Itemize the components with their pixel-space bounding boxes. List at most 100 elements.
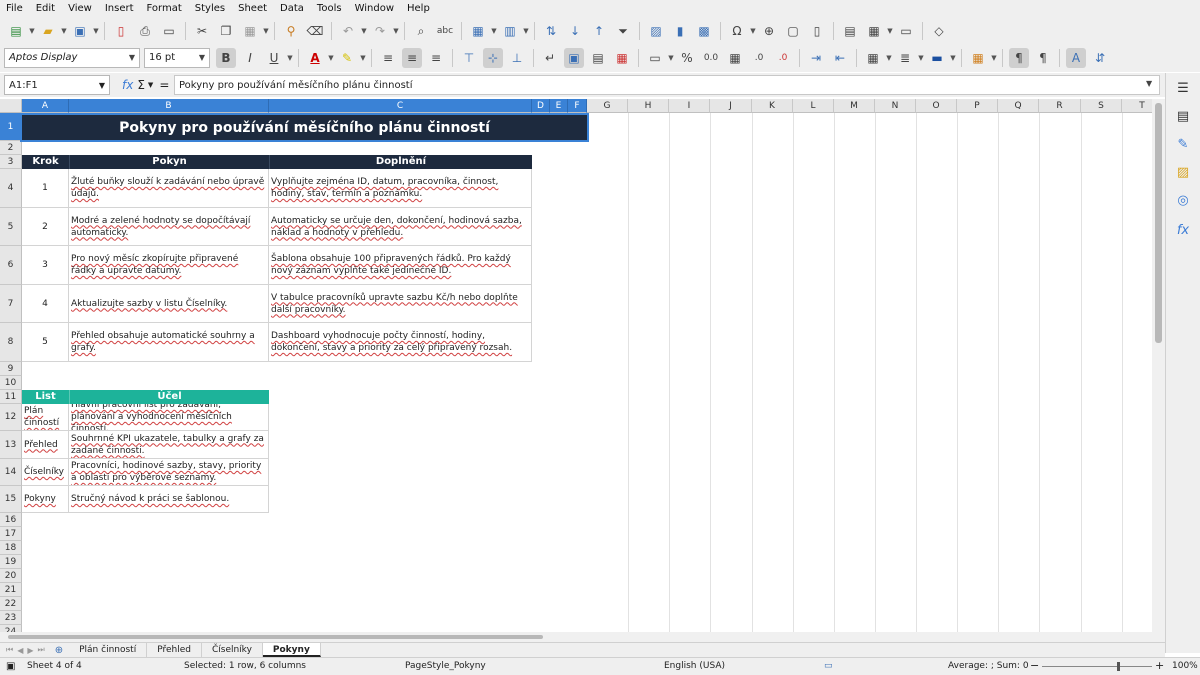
step-number[interactable]: 4 bbox=[22, 285, 69, 323]
expand-formula-icon[interactable]: ▼ bbox=[1146, 79, 1152, 88]
sheets-header-list[interactable]: List bbox=[22, 390, 69, 404]
row-header[interactable]: 24 bbox=[0, 625, 22, 632]
menu-insert[interactable]: Insert bbox=[105, 3, 134, 14]
row-header[interactable]: 11 bbox=[0, 390, 22, 404]
autofilter-icon[interactable]: ⏷ bbox=[613, 21, 633, 41]
column-header[interactable]: E bbox=[550, 99, 568, 113]
step-instruction[interactable]: Aktualizujte sazby v listu Číselníky. bbox=[69, 285, 269, 323]
step-instruction[interactable]: Žluté buňky slouží k zadávání nebo úprav… bbox=[69, 169, 269, 208]
border-style-icon[interactable]: ≣ bbox=[895, 48, 915, 68]
menu-format[interactable]: Format bbox=[147, 3, 182, 14]
tab-nav-prev-icon[interactable]: ◀ bbox=[17, 646, 23, 655]
row-header[interactable]: 4 bbox=[0, 169, 22, 208]
selection-mode-icon[interactable]: ▭ bbox=[824, 661, 833, 671]
redo-icon[interactable]: ↷ bbox=[370, 21, 390, 41]
undo-dropdown-icon[interactable]: ▼ bbox=[360, 21, 368, 41]
highlight-color-icon[interactable]: ✎ bbox=[337, 48, 357, 68]
align-center-icon[interactable]: ≡ bbox=[402, 47, 422, 68]
pivot-table-icon[interactable]: ▩ bbox=[694, 21, 714, 41]
percent-icon[interactable]: % bbox=[677, 48, 697, 68]
step-number[interactable]: 3 bbox=[22, 246, 69, 285]
row-header[interactable]: 8 bbox=[0, 323, 22, 362]
sheet-indicator[interactable]: Sheet 4 of 4 bbox=[27, 661, 82, 671]
row-header[interactable]: 14 bbox=[0, 459, 22, 486]
zoom-slider-thumb[interactable] bbox=[1117, 662, 1120, 671]
row-header[interactable]: 22 bbox=[0, 597, 22, 611]
column-header[interactable]: G bbox=[587, 99, 628, 113]
unmerge-cells-icon[interactable]: ▦ bbox=[612, 48, 632, 68]
column-header[interactable]: O bbox=[916, 99, 957, 113]
sheets-header-ucel[interactable]: Účel bbox=[69, 390, 269, 404]
function-wizard-icon[interactable]: fx bbox=[122, 78, 133, 92]
menu-sheet[interactable]: Sheet bbox=[238, 3, 267, 14]
menu-view[interactable]: View bbox=[68, 3, 92, 14]
find-replace-icon[interactable]: ⌕ bbox=[411, 21, 431, 41]
italic-icon[interactable]: I bbox=[240, 48, 260, 68]
column-dropdown-icon[interactable]: ▼ bbox=[522, 21, 530, 41]
column-header[interactable]: M bbox=[834, 99, 875, 113]
print-icon[interactable]: ⎙ bbox=[135, 21, 155, 41]
open-folder-icon[interactable]: ▰ bbox=[38, 21, 58, 41]
chevron-down-icon[interactable]: ▼ bbox=[199, 53, 205, 62]
menu-data[interactable]: Data bbox=[280, 3, 304, 14]
define-print-area-icon[interactable]: ▤ bbox=[840, 21, 860, 41]
row-header[interactable]: 1 bbox=[0, 113, 22, 141]
menu-edit[interactable]: Edit bbox=[36, 3, 55, 14]
border-color-dropdown-icon[interactable]: ▼ bbox=[949, 48, 957, 68]
align-right-icon[interactable]: ≡ bbox=[426, 48, 446, 68]
sum-status[interactable]: Average: ; Sum: 0 bbox=[948, 661, 1029, 671]
row-dropdown-icon[interactable]: ▼ bbox=[490, 21, 498, 41]
zoom-slider[interactable] bbox=[1042, 666, 1152, 667]
column-header[interactable]: H bbox=[628, 99, 669, 113]
increase-indent-icon[interactable]: ⇥ bbox=[806, 48, 826, 68]
step-instruction[interactable]: Přehled obsahuje automatické souhrny a g… bbox=[69, 323, 269, 362]
print-preview-icon[interactable]: ▭ bbox=[159, 21, 179, 41]
tab-nav-last-icon[interactable]: ⏭ bbox=[38, 645, 45, 655]
align-top-icon[interactable]: ⊤ bbox=[459, 48, 479, 68]
sort-ascending-icon[interactable]: ↓ bbox=[565, 21, 585, 41]
step-instruction[interactable]: Modré a zelené hodnoty se dopočítávají a… bbox=[69, 208, 269, 246]
merge-center-icon[interactable]: ▣ bbox=[564, 47, 584, 68]
currency-dropdown-icon[interactable]: ▼ bbox=[667, 48, 675, 68]
text-direction-rtl-icon[interactable]: ¶ bbox=[1033, 48, 1053, 68]
sheet-purpose[interactable]: Stručný návod k práci se šablonou. bbox=[69, 486, 269, 513]
sheet-purpose[interactable]: Hlavní pracovní list pro zadávání, pláno… bbox=[69, 404, 269, 431]
spreadsheet-grid[interactable]: A B C D E F G H I J K L M N O P Q R S T … bbox=[0, 99, 1152, 632]
styles-icon[interactable]: ✎ bbox=[1174, 135, 1192, 153]
row-header[interactable]: 13 bbox=[0, 431, 22, 459]
page-style[interactable]: PageStyle_Pokyny bbox=[405, 661, 486, 671]
row-icon[interactable]: ▦ bbox=[468, 21, 488, 41]
paste-dropdown-icon[interactable]: ▼ bbox=[262, 21, 270, 41]
sheet-name[interactable]: Přehled bbox=[22, 431, 69, 459]
row-header[interactable]: 18 bbox=[0, 541, 22, 555]
date-format-icon[interactable]: ▦ bbox=[725, 48, 745, 68]
column-header[interactable]: Q bbox=[998, 99, 1039, 113]
text-vertical-bottom-icon[interactable]: ⇵ bbox=[1090, 48, 1110, 68]
language-status[interactable]: English (USA) bbox=[664, 661, 725, 671]
row-header[interactable]: 2 bbox=[0, 141, 22, 155]
sheet-purpose[interactable]: Pracovníci, hodinové sazby, stavy, prior… bbox=[69, 459, 269, 486]
column-header[interactable]: A bbox=[22, 99, 69, 113]
row-header[interactable]: 17 bbox=[0, 527, 22, 541]
tab-prehled[interactable]: Přehled bbox=[147, 643, 202, 657]
step-number[interactable]: 1 bbox=[22, 169, 69, 208]
sheet-purpose[interactable]: Souhrnné KPI ukazatele, tabulky a grafy … bbox=[69, 431, 269, 459]
menu-file[interactable]: File bbox=[6, 3, 23, 14]
step-detail[interactable]: Automaticky se určuje den, dokončení, ho… bbox=[269, 208, 532, 246]
vertical-scrollbar[interactable] bbox=[1152, 99, 1165, 632]
column-header[interactable]: L bbox=[793, 99, 834, 113]
column-header[interactable]: R bbox=[1039, 99, 1081, 113]
text-vertical-top-icon[interactable]: A bbox=[1066, 47, 1086, 68]
select-all-corner[interactable] bbox=[0, 99, 22, 113]
row-header[interactable]: 3 bbox=[0, 155, 22, 169]
number-format-icon[interactable]: 0.0 bbox=[701, 48, 721, 68]
currency-icon[interactable]: ▭ bbox=[645, 48, 665, 68]
new-dropdown-icon[interactable]: ▼ bbox=[28, 21, 36, 41]
row-header[interactable]: 21 bbox=[0, 583, 22, 597]
step-instruction[interactable]: Pro nový měsíc zkopírujte připravené řád… bbox=[69, 246, 269, 285]
page-title[interactable]: Pokyny pro používání měsíčního plánu čin… bbox=[20, 113, 589, 142]
column-header[interactable]: B bbox=[69, 99, 269, 113]
sum-icon[interactable]: Σ bbox=[137, 78, 145, 92]
conditional-dropdown-icon[interactable]: ▼ bbox=[990, 48, 998, 68]
navigator-icon[interactable]: ◎ bbox=[1174, 191, 1192, 209]
